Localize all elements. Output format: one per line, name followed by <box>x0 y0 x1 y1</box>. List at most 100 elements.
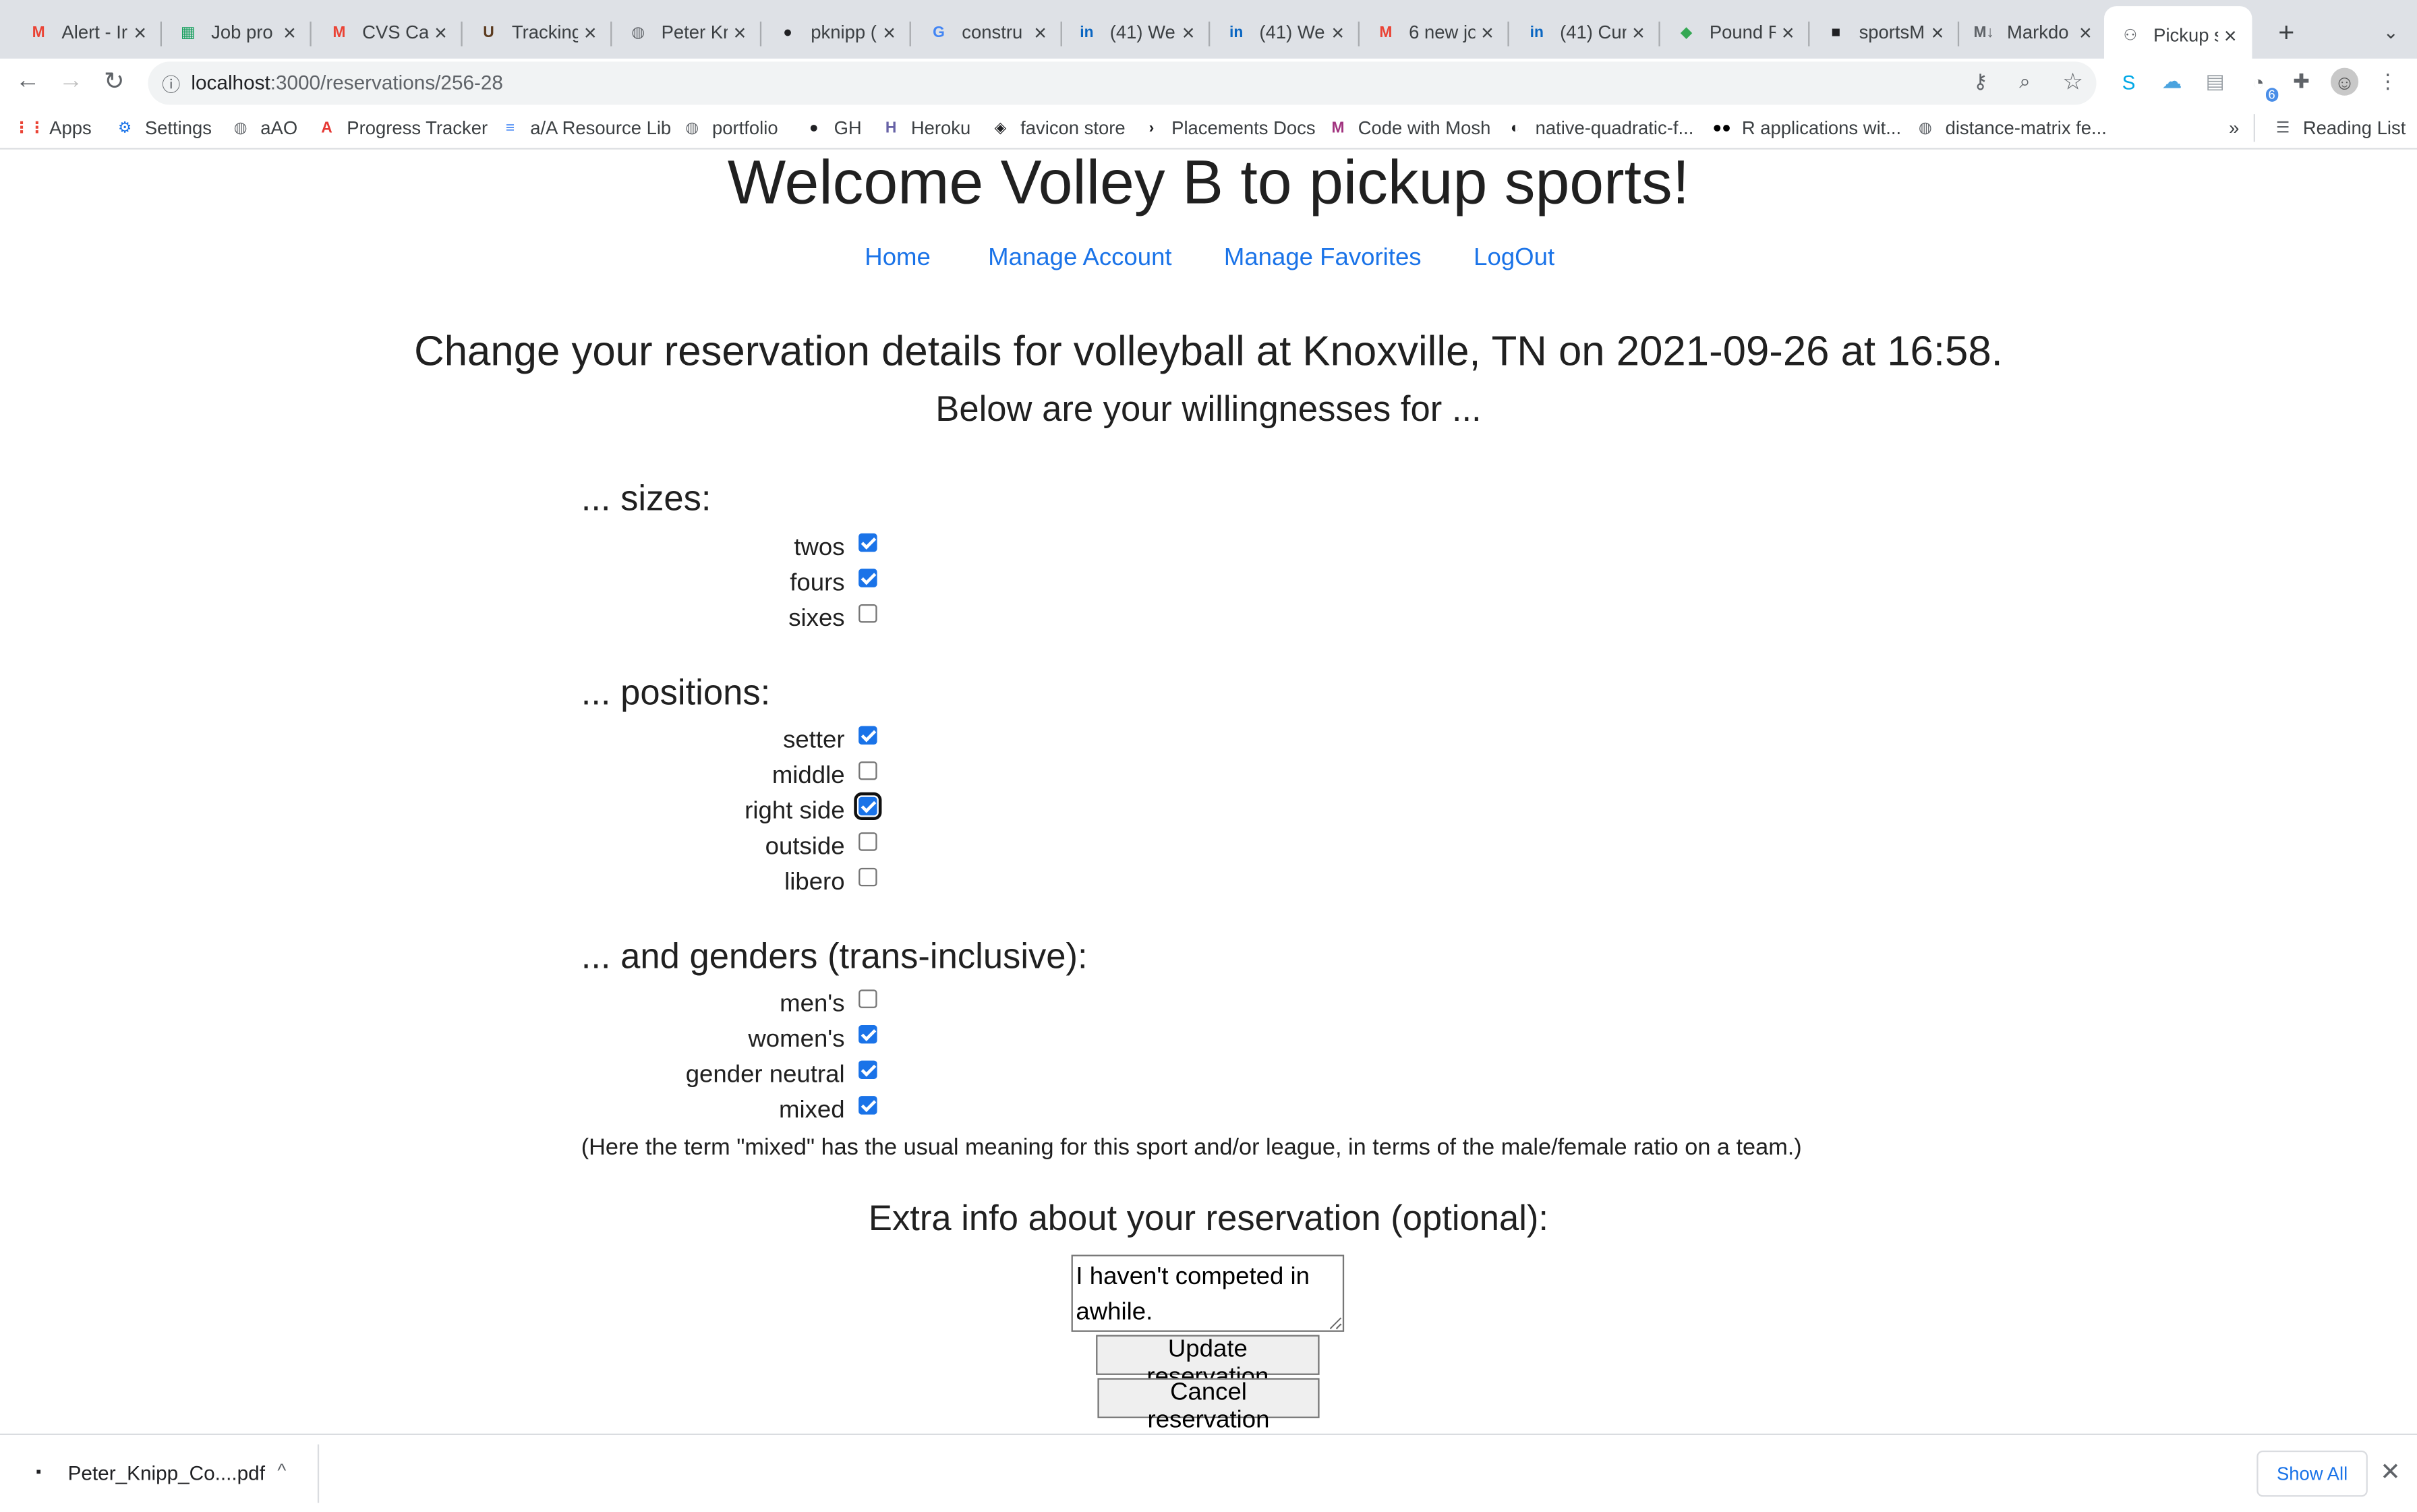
menu-icon[interactable]: ⋮ <box>2374 68 2401 96</box>
reload-button[interactable]: ↻ <box>96 63 133 100</box>
tab[interactable]: in (41) We × <box>1210 9 1360 56</box>
tab[interactable]: ▦ Job pro × <box>162 9 312 56</box>
tab-search-icon[interactable]: ⌄ <box>2368 9 2411 56</box>
option-checkbox[interactable] <box>858 1060 877 1080</box>
tab[interactable]: Gconstru × <box>912 9 1062 56</box>
tab-close-icon[interactable]: × <box>2079 20 2092 45</box>
skype-icon[interactable]: S <box>2115 68 2143 96</box>
bookmark-item[interactable]: ◈ favicon store <box>989 114 1126 142</box>
tab-close-icon[interactable]: × <box>1034 20 1047 45</box>
bookmark-label: Apps <box>49 117 92 139</box>
tab-close-icon[interactable]: × <box>283 20 296 45</box>
tab-close-icon[interactable]: × <box>134 20 146 45</box>
option-checkbox[interactable] <box>858 569 877 587</box>
option-checkbox[interactable] <box>858 604 877 623</box>
option-label: women's <box>748 1026 845 1053</box>
key-icon[interactable]: ⚷ <box>1973 69 1988 94</box>
tab-close-icon[interactable]: × <box>1782 20 1795 45</box>
tab-close-icon[interactable]: × <box>1331 20 1344 45</box>
bookmark-item[interactable]: ◍ aAO <box>230 114 298 142</box>
option-checkbox[interactable] <box>858 761 877 780</box>
tab[interactable]: ⚇ Pickup s × <box>2104 6 2252 65</box>
tab[interactable]: ◍ Peter Kr × <box>612 9 762 56</box>
show-all-button[interactable]: Show All <box>2256 1450 2368 1497</box>
star-icon[interactable]: ☆ <box>2062 68 2083 96</box>
tab[interactable]: M↓ Markdo × <box>1958 9 2107 56</box>
tab[interactable]: U Tracking × <box>463 9 612 56</box>
tab-close-icon[interactable]: × <box>883 20 896 45</box>
globe-icon: ◍ <box>685 119 699 137</box>
zoom-icon[interactable]: ⌕ <box>2019 69 2031 94</box>
tab[interactable]: M Alert - Ir × <box>12 9 163 56</box>
reading-list-button[interactable]: ☰ Reading List <box>2272 114 2406 142</box>
download-shelf: ▪ Peter_Knipp_Co....pdf ^ Show All ✕ <box>0 1433 2417 1512</box>
nav-logout-link[interactable]: LogOut <box>1474 245 1554 272</box>
cancel-reservation-button[interactable]: Cancel reservation <box>1097 1378 1320 1434</box>
bookmark-label: favicon store <box>1020 117 1126 139</box>
tab-separator <box>909 22 911 47</box>
bookmarks-overflow-button[interactable]: » <box>2229 114 2239 142</box>
download-item[interactable]: ▪ Peter_Knipp_Co....pdf <box>28 1460 265 1485</box>
bookmark-item[interactable]: ◐ native-quadratic-f... <box>1505 114 1693 142</box>
extension-icon[interactable]: ◔ 6 <box>2244 68 2279 102</box>
tab-close-icon[interactable]: × <box>734 20 747 45</box>
tab[interactable]: in (41) Cur × <box>1511 9 1660 56</box>
bookmark-item[interactable]: › Placements Docs <box>1140 114 1316 142</box>
nav-home-link[interactable]: Home <box>865 245 931 272</box>
bookmark-item[interactable]: ● GH <box>803 114 862 142</box>
bookmark-item[interactable]: H Heroku <box>880 114 970 142</box>
info-icon[interactable]: ⓘ <box>162 71 180 97</box>
new-tab-button[interactable]: + <box>2263 9 2306 56</box>
option-checkbox[interactable] <box>858 1025 877 1044</box>
cloud-icon[interactable]: ☁ <box>2158 68 2186 96</box>
reservation-heading: Change your reservation details for voll… <box>414 328 2003 375</box>
option-checkbox[interactable] <box>858 533 877 552</box>
bookmark-item[interactable]: ≡ a/A Resource Lib <box>500 114 671 142</box>
note-icon[interactable]: ▤ <box>2201 68 2229 96</box>
option-label: gender neutral <box>685 1062 845 1088</box>
tab[interactable]: M 6 new jo × <box>1360 9 1509 56</box>
tab-title: CVS Ca <box>362 22 428 43</box>
bookmark-item[interactable]: M Code with Mosh <box>1327 114 1490 142</box>
tab[interactable]: ● pknipp (× <box>761 9 911 56</box>
chevron-up-icon[interactable]: ^ <box>277 1460 286 1482</box>
option-checkbox[interactable] <box>858 726 877 745</box>
bookmarks-bar: » ☰ Reading List ⋮⋮ Apps ⚙ Settings ◍ aAO A Pro… <box>0 108 2417 150</box>
tab-close-icon[interactable]: × <box>584 20 597 45</box>
tab-close-icon[interactable]: × <box>1632 20 1645 45</box>
bookmark-item[interactable]: ◍ portfolio <box>681 114 778 142</box>
nav-manage-account-link[interactable]: Manage Account <box>988 245 1171 272</box>
option-checkbox[interactable] <box>858 1096 877 1115</box>
bookmark-item[interactable]: ●● R applications wit... <box>1711 114 1901 142</box>
update-reservation-button[interactable]: Update reservation <box>1096 1335 1320 1391</box>
tab[interactable]: in (41) We × <box>1061 9 1211 56</box>
option-checkbox[interactable] <box>858 832 877 851</box>
bookmark-item[interactable]: ⚙ Settings <box>114 114 212 142</box>
bookmark-item[interactable]: ◍ distance-matrix fe... <box>1915 114 2107 142</box>
address-bar[interactable]: ⓘ localhost:3000/reservations/256-28 ⚷ ⌕… <box>148 61 2097 105</box>
nav-manage-favorites-link[interactable]: Manage Favorites <box>1224 245 1422 272</box>
tab-close-icon[interactable]: × <box>2224 23 2237 48</box>
avatar[interactable]: ☺ <box>2331 67 2359 96</box>
tab-close-icon[interactable]: × <box>434 20 447 45</box>
forward-button[interactable]: → <box>53 63 90 100</box>
puzzle-icon[interactable]: ✚ <box>2288 68 2315 96</box>
option-checkbox[interactable] <box>858 989 877 1008</box>
reading-list-icon: ☰ <box>2275 119 2290 137</box>
tab[interactable]: M CVS Ca × <box>313 9 463 56</box>
tab-close-icon[interactable]: × <box>1931 20 1944 45</box>
gmail-icon: M <box>1379 24 1393 41</box>
bookmark-item[interactable]: ⋮⋮ Apps <box>14 114 92 142</box>
option-label: fours <box>790 570 845 597</box>
option-checkbox[interactable] <box>858 867 877 887</box>
tab-close-icon[interactable]: × <box>1481 20 1494 45</box>
tab[interactable]: ■ sportsM × <box>1809 9 1960 56</box>
option-checkbox[interactable] <box>854 792 882 821</box>
back-button[interactable]: ← <box>9 63 47 100</box>
tab-close-icon[interactable]: × <box>1182 20 1195 45</box>
extra-info-textarea[interactable]: I haven't competed in awhile. <box>1071 1254 1345 1332</box>
bookmark-item[interactable]: A Progress Tracker <box>316 114 488 142</box>
close-icon[interactable]: ✕ <box>2380 1457 2401 1488</box>
download-filename: Peter_Knipp_Co....pdf <box>67 1460 265 1484</box>
tab[interactable]: ◆ Pound R × <box>1660 9 1810 56</box>
